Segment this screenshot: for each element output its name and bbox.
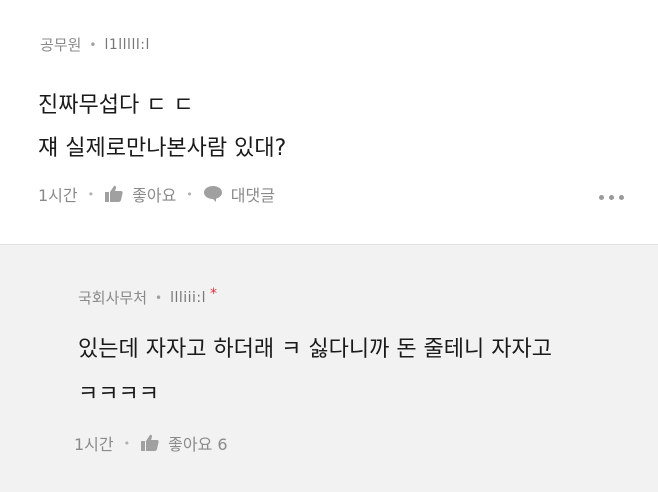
more-options-icon[interactable] <box>599 195 624 200</box>
separator-dot: • <box>186 187 193 201</box>
star-icon: * <box>210 285 218 302</box>
comment-line: ㅋㅋㅋㅋ <box>78 382 159 407</box>
separator-dot: • <box>123 436 131 450</box>
like-button[interactable]: 좋아요 6 <box>140 431 228 455</box>
timestamp: 1시간 <box>38 186 78 205</box>
author-name[interactable]: 국회사무처 <box>78 287 147 308</box>
like-button[interactable]: 좋아요 <box>104 182 176 206</box>
comment-body: 있는데 자자고 하더래 ㅋ 싫다니까 돈 줄테니 자자고 ㅋㅋㅋㅋ <box>78 327 552 417</box>
author-name[interactable]: 공무원 <box>40 34 81 55</box>
thumbs-up-icon <box>140 434 160 452</box>
comment-line: 쟤 실제로만나본사람 있대? <box>38 136 287 161</box>
comment-line: 진짜무섭다 ㄷ ㄷ <box>38 93 194 118</box>
user-rank: llliii:l <box>170 289 207 306</box>
comment: 공무원 • l1lllll:l 진짜무섭다 ㄷ ㄷ 쟤 실제로만나본사람 있대?… <box>0 0 658 244</box>
user-rank: l1lllll:l <box>104 36 150 53</box>
speech-bubble-icon <box>203 185 223 203</box>
timestamp: 1시간 <box>74 435 114 454</box>
comment-actions: 1시간 • 좋아요 • 대댓글 <box>38 182 275 206</box>
comment-meta: 국회사무처 • llliii:l * <box>78 285 218 308</box>
comment-line: 있는데 자자고 하더래 ㅋ 싫다니까 돈 줄테니 자자고 <box>78 337 552 362</box>
separator-dot: • <box>89 37 97 52</box>
separator-dot: • <box>155 290 163 305</box>
like-label: 좋아요 6 <box>168 435 228 454</box>
reply-button[interactable]: 대댓글 <box>203 182 275 206</box>
comment-actions: 1시간 • 좋아요 6 <box>74 431 228 455</box>
reply-comment: 국회사무처 • llliii:l * 있는데 자자고 하더래 ㅋ 싫다니까 돈 … <box>0 244 658 492</box>
comment-meta: 공무원 • l1lllll:l <box>40 34 150 55</box>
like-label: 좋아요 <box>132 186 177 205</box>
comment-body: 진짜무섭다 ㄷ ㄷ 쟤 실제로만나본사람 있대? <box>38 84 286 170</box>
thumbs-up-icon <box>104 185 124 203</box>
reply-label: 대댓글 <box>230 186 275 205</box>
separator-dot: • <box>87 187 95 201</box>
